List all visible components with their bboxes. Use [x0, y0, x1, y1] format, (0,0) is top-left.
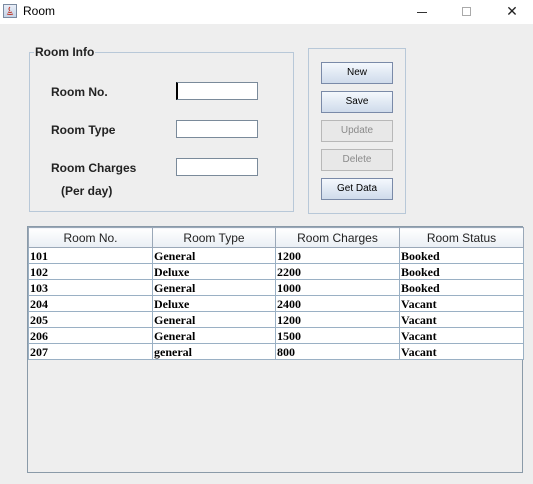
new-button[interactable]: New	[321, 62, 393, 84]
room-charges-cell[interactable]: 800	[275, 343, 400, 360]
room-type-cell[interactable]: general	[152, 343, 276, 360]
room-no-cell[interactable]: 207	[28, 343, 153, 360]
java-app-icon	[3, 4, 17, 18]
per-day-label: (Per day)	[61, 184, 113, 198]
room-status-cell[interactable]: Booked	[399, 247, 524, 264]
room-type-cell[interactable]: General	[152, 327, 276, 344]
room-status-cell[interactable]: Vacant	[399, 295, 524, 312]
window-title: Room	[23, 4, 56, 18]
update-button[interactable]: Update	[321, 120, 393, 142]
room-type-cell[interactable]: General	[152, 279, 276, 296]
table-row[interactable]: 204 Deluxe 2400 Vacant	[28, 295, 524, 312]
room-no-cell[interactable]: 204	[28, 295, 153, 312]
table-header-row: Room No. Room Type Room Charges Room Sta…	[28, 227, 524, 248]
table-row[interactable]: 103 General 1000 Booked	[28, 279, 524, 296]
minimize-icon	[417, 12, 427, 13]
room-charges-cell[interactable]: 2200	[275, 263, 400, 280]
room-charges-input[interactable]	[176, 158, 258, 176]
column-header-room-no[interactable]: Room No.	[28, 227, 153, 248]
room-status-cell[interactable]: Vacant	[399, 343, 524, 360]
room-type-cell[interactable]: Deluxe	[152, 295, 276, 312]
room-status-cell[interactable]: Vacant	[399, 311, 524, 328]
room-status-cell[interactable]: Booked	[399, 279, 524, 296]
get-data-button[interactable]: Get Data	[321, 178, 393, 200]
room-type-input[interactable]	[176, 120, 258, 138]
column-header-room-charges[interactable]: Room Charges	[275, 227, 400, 248]
room-status-cell[interactable]: Booked	[399, 263, 524, 280]
room-type-cell[interactable]: General	[152, 247, 276, 264]
column-header-room-status[interactable]: Room Status	[399, 227, 524, 248]
room-info-legend: Room Info	[34, 45, 96, 59]
delete-button[interactable]: Delete	[321, 149, 393, 171]
table-row[interactable]: 206 General 1500 Vacant	[28, 327, 524, 344]
room-no-cell[interactable]: 103	[28, 279, 153, 296]
room-charges-cell[interactable]: 1200	[275, 311, 400, 328]
room-no-cell[interactable]: 206	[28, 327, 153, 344]
room-type-cell[interactable]: Deluxe	[152, 263, 276, 280]
room-no-input[interactable]	[176, 82, 258, 100]
window-titlebar[interactable]: Room ✕	[0, 0, 533, 24]
room-charges-cell[interactable]: 1000	[275, 279, 400, 296]
room-status-cell[interactable]: Vacant	[399, 327, 524, 344]
room-no-cell[interactable]: 205	[28, 311, 153, 328]
column-header-room-type[interactable]: Room Type	[152, 227, 276, 248]
maximize-button[interactable]	[444, 0, 490, 24]
room-no-label: Room No.	[51, 85, 108, 99]
room-charges-label: Room Charges	[51, 161, 137, 175]
room-no-cell[interactable]: 101	[28, 247, 153, 264]
minimize-button[interactable]	[399, 0, 445, 24]
table-row[interactable]: 101 General 1200 Booked	[28, 247, 524, 264]
maximize-icon	[462, 7, 471, 16]
close-icon: ✕	[506, 4, 518, 20]
room-charges-cell[interactable]: 2400	[275, 295, 400, 312]
room-type-cell[interactable]: General	[152, 311, 276, 328]
table-row[interactable]: 102 Deluxe 2200 Booked	[28, 263, 524, 280]
table-row[interactable]: 207 general 800 Vacant	[28, 343, 524, 360]
close-button[interactable]: ✕	[489, 0, 533, 24]
save-button[interactable]: Save	[321, 91, 393, 113]
room-charges-cell[interactable]: 1500	[275, 327, 400, 344]
room-type-label: Room Type	[51, 123, 116, 137]
room-charges-cell[interactable]: 1200	[275, 247, 400, 264]
room-no-cell[interactable]: 102	[28, 263, 153, 280]
rooms-table-scrollpane[interactable]: Room No. Room Type Room Charges Room Sta…	[27, 226, 524, 473]
rooms-table: Room No. Room Type Room Charges Room Sta…	[28, 227, 524, 360]
table-row[interactable]: 205 General 1200 Vacant	[28, 311, 524, 328]
